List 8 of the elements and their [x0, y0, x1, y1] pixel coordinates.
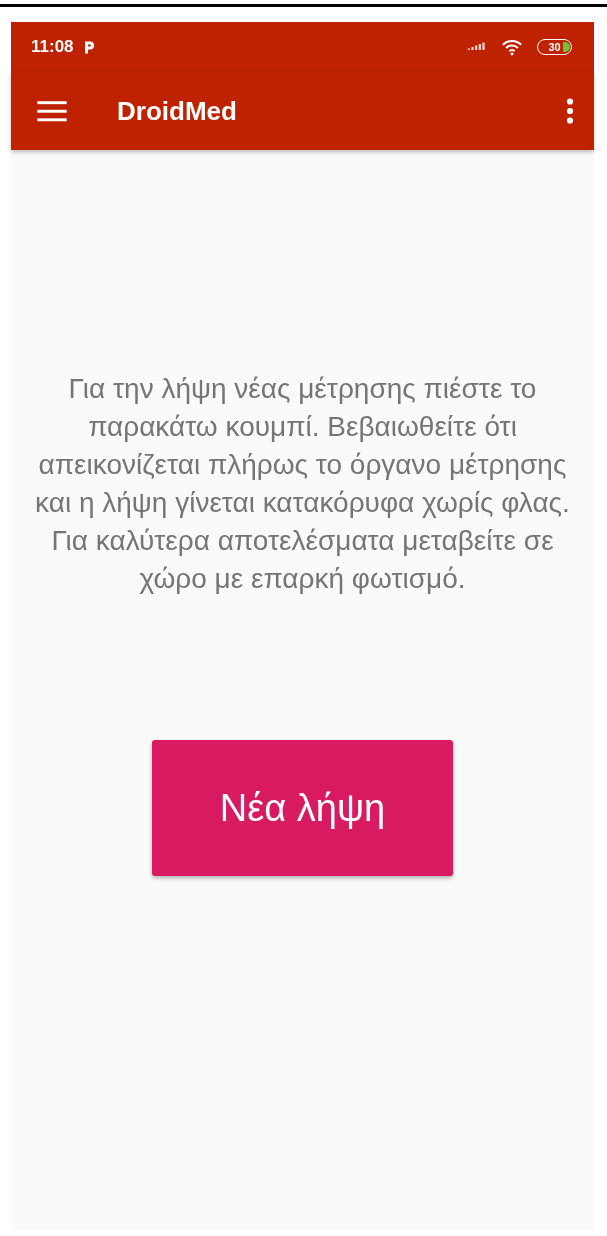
menu-button[interactable]	[37, 100, 67, 122]
wifi-icon	[501, 38, 523, 56]
instructions-text: Για την λήψη νέας μέτρησης πιέστε το παρακάτω κουμπί. Βεβαιωθείτε ότι απεικονίζεται πλήρως το όργανο μέτρησης και η λήψη γίνεται κατακόρυφα χωρίς φλας. Για καλύτερα αποτελέσματα μεταβείτε σε χώρο με επαρκή φωτισμό.	[34, 372, 571, 596]
status-time: 11:08	[31, 37, 74, 57]
app-title: DroidMed	[117, 95, 237, 127]
more-options-button[interactable]	[566, 98, 574, 124]
parking-icon	[83, 39, 96, 55]
new-capture-button[interactable]: Νέα λήψη	[152, 740, 453, 876]
